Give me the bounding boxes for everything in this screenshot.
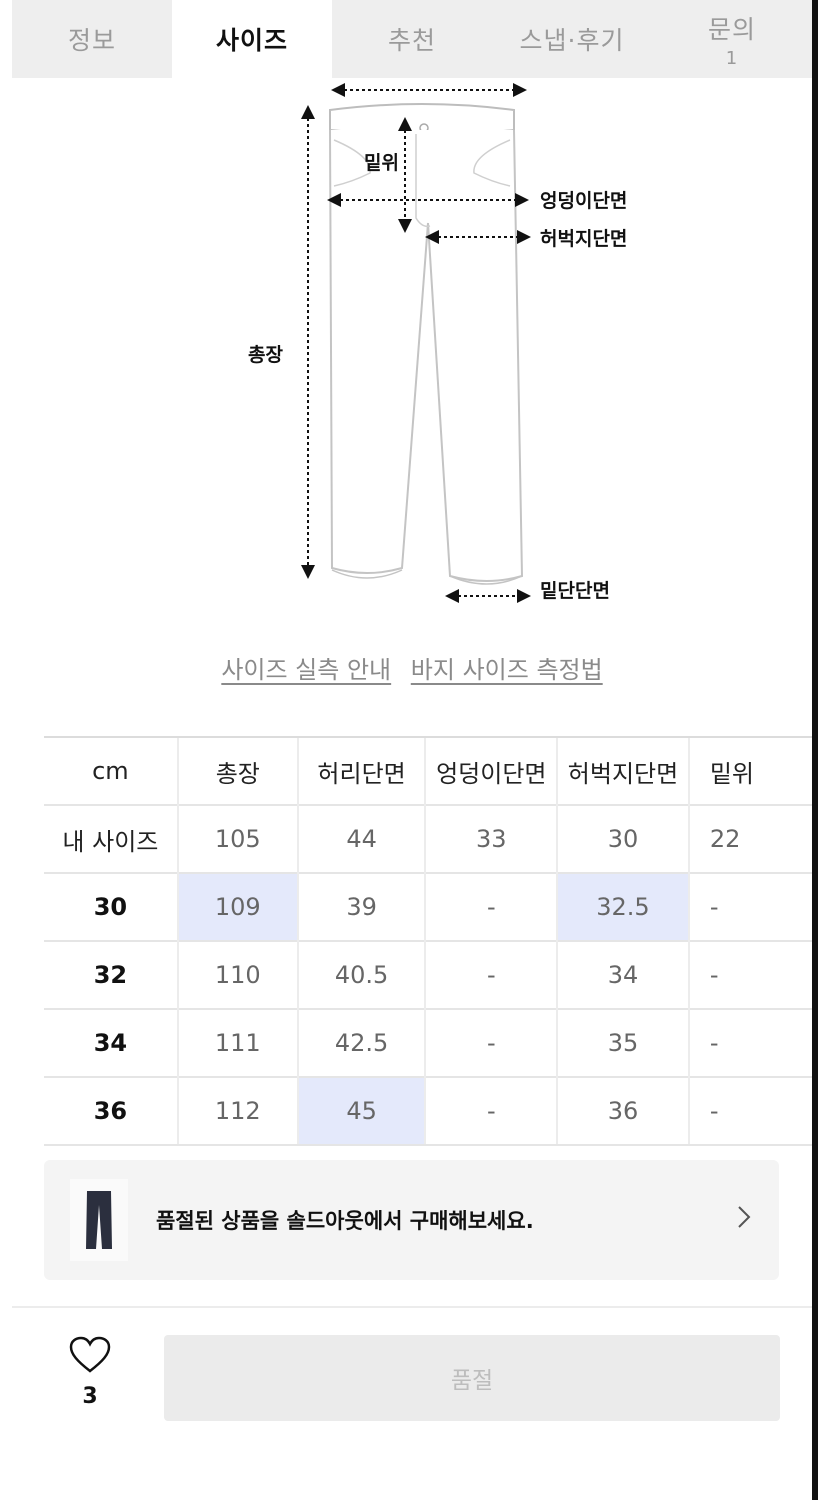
right-edge	[812, 0, 818, 1500]
size-label: 34	[44, 1008, 178, 1077]
tab-snap-review[interactable]: 스냅·후기	[492, 0, 652, 78]
table-cell: 33	[424, 804, 558, 873]
measure-method-link[interactable]: 바지 사이즈 측정법	[411, 656, 603, 684]
table-cell: 40.5	[296, 940, 426, 1009]
tab-inquiry[interactable]: 문의 1	[652, 0, 812, 78]
table-cell: 32.5	[556, 872, 689, 941]
rise-label: 밑위	[364, 152, 399, 174]
table-cell: -	[424, 1008, 558, 1077]
table-cell: 34	[556, 940, 689, 1009]
table-cell: -	[687, 940, 812, 1009]
like-count: 3	[82, 1384, 98, 1409]
table-cell: -	[424, 1076, 558, 1146]
table-cell: -	[424, 872, 558, 941]
table-header-row: cm 총장 허리단면 엉덩이단면 허벅지단면 밑위	[44, 736, 812, 805]
table-cell: 22	[687, 804, 812, 873]
table-row: 34 111 42.5 - 35 -	[44, 1008, 812, 1077]
tab-label: 스냅·후기	[519, 26, 625, 55]
tab-recommend[interactable]: 추천	[332, 0, 492, 78]
size-guide-link[interactable]: 사이즈 실측 안내	[221, 656, 391, 684]
table-cell: 109	[176, 872, 298, 941]
product-detail-page: 정보 사이즈 추천 스냅·후기 문의 1 밑위 엉덩이단면 허벅지단면 총장 밑…	[12, 0, 812, 1500]
table-cell: 44	[296, 804, 426, 873]
tab-label: 사이즈	[215, 26, 288, 55]
table-cell: 105	[176, 804, 298, 873]
table-cell: 36	[556, 1076, 689, 1146]
column-header: 엉덩이단면	[424, 736, 558, 805]
unit-header: cm	[44, 736, 178, 805]
tab-info[interactable]: 정보	[12, 0, 172, 78]
soldout-banner[interactable]: 품절된 상품을 솔드아웃에서 구매해보세요.	[44, 1160, 779, 1280]
table-cell: 30	[556, 804, 689, 873]
size-label: 30	[44, 872, 178, 941]
table-cell: -	[687, 1076, 812, 1146]
table-cell: -	[687, 872, 812, 941]
banner-text: 품절된 상품을 솔드아웃에서 구매해보세요.	[156, 1209, 534, 1233]
size-table: cm 총장 허리단면 엉덩이단면 허벅지단면 밑위 내 사이즈 105 44 3…	[44, 736, 812, 1146]
table-cell: 112	[176, 1076, 298, 1146]
table-cell: -	[687, 1008, 812, 1077]
pants-size-diagram: 밑위 엉덩이단면 허벅지단면 총장 밑단단면	[202, 78, 642, 618]
column-header: 밑위	[687, 736, 812, 805]
size-guide-links: 사이즈 실측 안내 바지 사이즈 측정법	[12, 650, 812, 685]
tab-label: 정보	[67, 26, 116, 55]
tab-size[interactable]: 사이즈	[172, 0, 332, 78]
tab-label: 추천	[387, 26, 436, 55]
chevron-right-icon	[737, 1205, 751, 1236]
table-cell: 39	[296, 872, 426, 941]
column-header: 허벅지단면	[556, 736, 689, 805]
hip-width-label: 엉덩이단면	[540, 190, 628, 212]
pants-icon	[70, 1179, 128, 1261]
thigh-width-label: 허벅지단면	[540, 228, 628, 250]
heart-icon	[69, 1336, 111, 1378]
size-label: 36	[44, 1076, 178, 1146]
size-label: 32	[44, 940, 178, 1009]
hem-width-label: 밑단단면	[540, 580, 610, 602]
total-length-label: 총장	[248, 344, 283, 366]
table-row: 36 112 45 - 36 -	[44, 1076, 812, 1146]
table-cell: 35	[556, 1008, 689, 1077]
column-header: 허리단면	[296, 736, 426, 805]
left-edge	[0, 0, 12, 1500]
table-cell: 42.5	[296, 1008, 426, 1077]
table-row: 32 110 40.5 - 34 -	[44, 940, 812, 1009]
column-header: 총장	[176, 736, 298, 805]
like-button[interactable]: 3	[62, 1336, 118, 1409]
my-size-label: 내 사이즈	[44, 804, 178, 873]
table-row: 30 109 39 - 32.5 -	[44, 872, 812, 941]
table-cell: -	[424, 940, 558, 1009]
table-cell: 110	[176, 940, 298, 1009]
tab-count: 1	[725, 47, 739, 69]
bottom-divider	[12, 1306, 812, 1308]
soldout-button[interactable]: 품절	[164, 1335, 780, 1421]
tab-bar: 정보 사이즈 추천 스냅·후기 문의 1	[12, 0, 812, 78]
table-cell: 45	[296, 1076, 426, 1146]
my-size-row: 내 사이즈 105 44 33 30 22	[44, 804, 812, 873]
tab-label: 문의	[707, 14, 756, 44]
table-cell: 111	[176, 1008, 298, 1077]
